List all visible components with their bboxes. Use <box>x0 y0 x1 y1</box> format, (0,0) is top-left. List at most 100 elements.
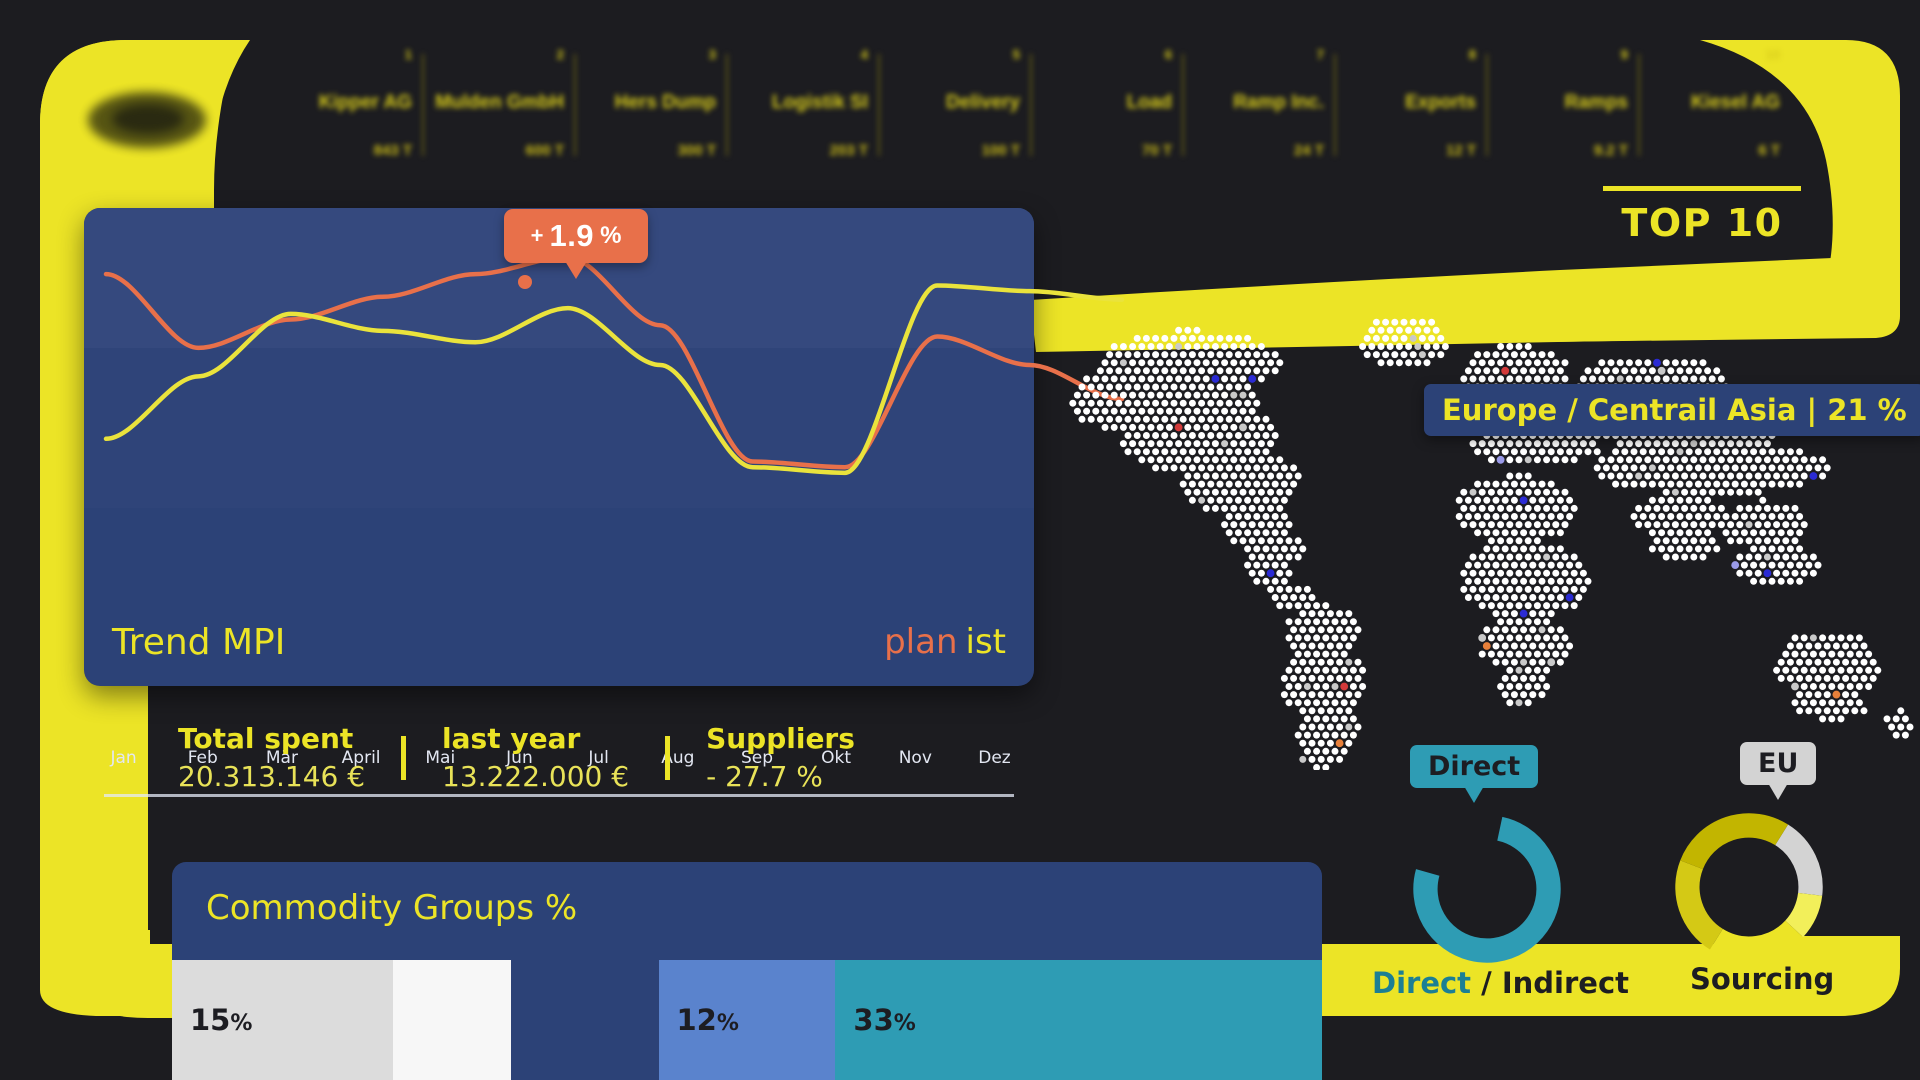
map-dot <box>1138 375 1146 383</box>
map-dot <box>1340 666 1348 674</box>
map-dot <box>1501 626 1509 634</box>
map-dot <box>1809 456 1817 464</box>
map-dot <box>1814 691 1822 699</box>
map-dot <box>1156 423 1164 431</box>
commodity-segment[interactable]: 15% <box>172 960 394 1080</box>
top-supplier-item[interactable]: 4 Logistik SI 203 T <box>726 48 878 158</box>
map-dot <box>1423 359 1431 367</box>
top-supplier-item[interactable]: 7 Ramp Inc. 24 T <box>1182 48 1334 158</box>
map-dot <box>1543 683 1551 690</box>
top-supplier-item[interactable]: 3 Hers Dump 300 T <box>574 48 726 158</box>
map-dot <box>1322 764 1330 771</box>
map-dot <box>1184 488 1192 496</box>
map-dot <box>1625 375 1633 383</box>
map-dot <box>1556 529 1564 537</box>
supplier-name: Ramps <box>1564 91 1628 113</box>
map-dot <box>1382 351 1390 359</box>
map-dot <box>1299 626 1307 634</box>
map-dot <box>1837 683 1845 690</box>
supplier-tonnage: 843 T <box>373 142 412 159</box>
map-dot <box>1478 488 1486 496</box>
world-map[interactable] <box>1030 300 1920 771</box>
legend-plan[interactable]: plan <box>884 622 957 662</box>
map-dot <box>1681 456 1689 464</box>
map-dot <box>1464 561 1472 569</box>
map-dot <box>1345 691 1353 699</box>
map-dot <box>1805 691 1813 699</box>
sourcing-donut[interactable] <box>1668 806 1830 968</box>
map-dot <box>1336 723 1344 731</box>
map-dot <box>1547 351 1555 359</box>
map-dot <box>1188 334 1196 342</box>
map-dot <box>1474 561 1482 569</box>
top-supplier-item[interactable]: 1 Kipper AG 843 T <box>270 48 422 158</box>
map-dot <box>1280 674 1288 682</box>
map-dot <box>1336 642 1344 650</box>
map-dot <box>1280 691 1288 699</box>
map-dot <box>1299 545 1307 553</box>
map-dot <box>1276 521 1284 529</box>
map-dot <box>1524 456 1532 464</box>
kpi-separator <box>665 736 671 780</box>
legend-ist[interactable]: ist <box>966 622 1007 662</box>
map-dot <box>1607 375 1615 383</box>
map-dot <box>1773 666 1781 674</box>
map-dot <box>1317 626 1325 634</box>
map-dot <box>1533 488 1541 496</box>
map-dot <box>1796 707 1804 715</box>
map-dot <box>1441 343 1449 350</box>
commodity-segment[interactable] <box>511 960 659 1080</box>
map-dot <box>1538 658 1546 666</box>
map-dot <box>1791 699 1799 707</box>
map-dot <box>1497 618 1505 626</box>
top-supplier-item[interactable]: 8 Exports 12 T <box>1334 48 1486 158</box>
map-dot <box>1262 529 1270 537</box>
map-dot <box>1303 683 1311 690</box>
map-dot <box>1239 391 1247 399</box>
map-dot <box>1211 456 1219 464</box>
direct-indirect-donut[interactable] <box>1406 808 1568 970</box>
map-dot <box>1101 407 1109 415</box>
map-dot <box>1621 448 1629 456</box>
map-dot <box>1119 440 1127 448</box>
map-dot <box>1524 683 1532 690</box>
map-dot <box>1699 472 1707 480</box>
map-dot <box>1593 367 1601 375</box>
map-dot <box>1211 374 1220 383</box>
map-dot <box>1823 691 1831 699</box>
kpi-value: 20.313.146 € <box>178 760 366 793</box>
map-dot <box>1221 391 1229 399</box>
map-dot <box>1635 472 1643 480</box>
map-dot <box>1506 569 1514 577</box>
map-dot <box>1078 383 1086 391</box>
top-supplier-item[interactable]: 9 Ramps 9.2 T <box>1486 48 1638 158</box>
commodity-segment[interactable]: 33% <box>835 960 1322 1080</box>
map-dot <box>1234 383 1242 391</box>
map-dot <box>1225 529 1233 537</box>
map-dot <box>1230 537 1238 545</box>
map-dot <box>1234 334 1242 342</box>
top-supplier-item[interactable]: 5 Delivery 100 T <box>878 48 1030 158</box>
map-dot <box>1543 359 1551 367</box>
map-dot <box>1851 658 1859 666</box>
map-dot <box>1506 585 1514 593</box>
map-dot <box>1198 480 1206 488</box>
map-dot <box>1823 642 1831 650</box>
map-dot <box>1809 699 1817 707</box>
map-dot <box>1165 391 1173 399</box>
commodity-segment[interactable] <box>393 960 512 1080</box>
map-dot <box>1515 602 1523 610</box>
commodity-segment[interactable]: 12% <box>658 960 836 1080</box>
top-supplier-item[interactable]: 10 Kiesel AG 6 T <box>1638 48 1790 158</box>
top-supplier-item[interactable]: 6 Load 70 T <box>1030 48 1182 158</box>
map-dot <box>1207 464 1215 472</box>
top-supplier-item[interactable]: 2 Mulden GmbH 600 T <box>422 48 574 158</box>
map-dot <box>1133 448 1141 456</box>
map-dot <box>1152 351 1160 359</box>
map-dot <box>1855 699 1863 707</box>
map-dot <box>1267 488 1275 496</box>
map-dot <box>1814 658 1822 666</box>
map-dot <box>1400 318 1408 326</box>
map-dot <box>1340 650 1348 658</box>
kpi-value: - 27.7 % <box>706 760 823 793</box>
